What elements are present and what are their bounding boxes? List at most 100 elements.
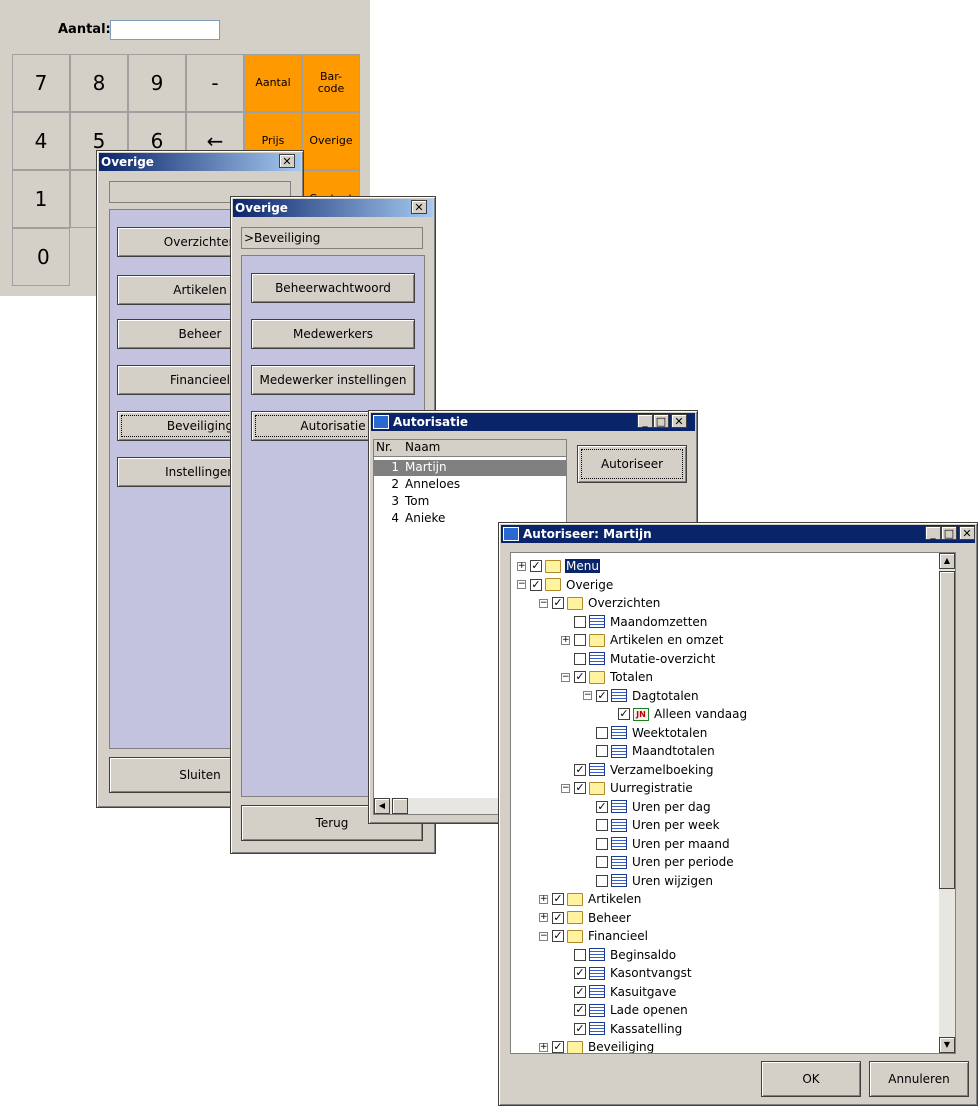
tree-node[interactable]: − ✓ Overzichten <box>539 594 661 612</box>
tree-node[interactable]: ✓ Kasuitgave <box>561 983 677 1001</box>
key-overige[interactable]: Overige <box>302 112 360 170</box>
maximize-icon[interactable]: □ <box>653 414 669 428</box>
key-0[interactable]: 0 <box>12 228 70 286</box>
checkbox[interactable]: ✓ <box>552 893 564 905</box>
beheerwachtwoord-button[interactable]: Beheerwachtwoord <box>251 273 415 303</box>
tree-node[interactable]: ✓ Kasontvangst <box>561 964 693 982</box>
autoriseer-titlebar[interactable]: Autoriseer: Martijn <box>501 525 975 543</box>
maximize-icon[interactable]: □ <box>941 526 957 540</box>
tree-node[interactable]: − ✓ Dagtotalen <box>583 687 700 705</box>
checkbox[interactable] <box>596 819 608 831</box>
checkbox[interactable]: ✓ <box>574 1022 586 1035</box>
checkbox[interactable] <box>596 726 608 739</box>
tree-node[interactable]: Weektotalen <box>583 724 708 742</box>
checkbox[interactable]: ✓ <box>552 911 564 924</box>
key-8[interactable]: 8 <box>70 54 128 112</box>
quantity-input[interactable] <box>110 20 220 40</box>
collapse-icon[interactable]: − <box>539 598 548 608</box>
expand-icon[interactable]: + <box>539 894 548 904</box>
tree-node[interactable]: + ✓ Menu <box>517 557 600 575</box>
checkbox[interactable] <box>596 874 608 887</box>
checkbox[interactable] <box>596 837 608 850</box>
tree-node[interactable]: ✓ Verzamelboeking <box>561 761 715 779</box>
key-barcode[interactable]: Bar- code <box>302 54 360 112</box>
tree-node[interactable]: ✓ JN Alleen vandaag <box>605 705 748 723</box>
expand-icon[interactable]: + <box>561 635 570 645</box>
medewerker-instellingen-button[interactable]: Medewerker instellingen <box>251 365 415 395</box>
checkbox[interactable]: ✓ <box>552 930 564 942</box>
ok-button[interactable]: OK <box>761 1061 861 1097</box>
checkbox[interactable]: ✓ <box>574 782 586 794</box>
tree-node[interactable]: − ✓ Financieel <box>539 927 649 945</box>
key-4[interactable]: 4 <box>12 112 70 170</box>
checkbox[interactable] <box>574 634 586 646</box>
collapse-icon[interactable]: − <box>583 691 592 700</box>
beveiliging-titlebar[interactable]: Overige <box>233 199 433 217</box>
checkbox[interactable]: ✓ <box>530 578 542 591</box>
scroll-down-icon[interactable]: ▼ <box>939 1037 955 1053</box>
tree-node[interactable]: + ✓ Beheer <box>539 909 632 927</box>
key-7[interactable]: 7 <box>12 54 70 112</box>
checkbox[interactable] <box>574 948 586 961</box>
annuleren-button[interactable]: Annuleren <box>869 1061 969 1097</box>
tree-node[interactable]: Uren per maand <box>583 835 731 853</box>
tree-node[interactable]: Uren wijzigen <box>583 872 714 890</box>
checkbox[interactable]: ✓ <box>530 560 542 572</box>
checkbox[interactable]: ✓ <box>574 763 586 776</box>
tree-node[interactable]: − ✓ Uurregistratie <box>561 779 694 797</box>
expand-icon[interactable]: + <box>539 1042 548 1052</box>
tree-node[interactable]: ✓ Lade openen <box>561 1001 689 1019</box>
close-icon[interactable]: ✕ <box>671 414 687 428</box>
close-icon[interactable]: ✕ <box>959 526 975 540</box>
tree-node[interactable]: + ✓ Artikelen <box>539 890 642 908</box>
scroll-up-icon[interactable]: ▲ <box>939 553 955 569</box>
checkbox[interactable] <box>596 856 608 868</box>
checkbox[interactable]: ✓ <box>596 689 608 702</box>
tree-node[interactable]: Mutatie-overzicht <box>561 650 716 668</box>
checkbox[interactable] <box>574 615 586 628</box>
checkbox[interactable]: ✓ <box>552 1041 564 1053</box>
tree-node[interactable]: − ✓ Totalen <box>561 668 654 686</box>
scroll-left-icon[interactable]: ◀ <box>374 798 390 814</box>
list-item[interactable]: 3 Tom <box>374 494 566 510</box>
tree-node[interactable]: − ✓ Overige <box>517 576 614 594</box>
checkbox[interactable]: ✓ <box>574 967 586 979</box>
list-item[interactable]: 2 Anneloes <box>374 477 566 493</box>
tree-node[interactable]: Uren per week <box>583 816 721 834</box>
tree-node[interactable]: + ✓ Beveiliging <box>539 1038 655 1053</box>
close-icon[interactable]: ✕ <box>411 200 427 214</box>
minimize-icon[interactable]: _ <box>637 414 653 428</box>
key-aantal[interactable]: Aantal <box>244 54 302 112</box>
scroll-thumb[interactable] <box>392 798 408 814</box>
overige-titlebar[interactable]: Overige <box>99 153 301 171</box>
expand-icon[interactable]: + <box>539 913 548 922</box>
tree-node[interactable]: + Artikelen en omzet <box>561 631 724 649</box>
checkbox[interactable]: ✓ <box>596 800 608 813</box>
checkbox[interactable]: ✓ <box>552 597 564 609</box>
list-item[interactable]: 1 Martijn <box>374 460 566 476</box>
tree-node[interactable]: ✓ Kassatelling <box>561 1020 683 1038</box>
key-minus[interactable]: - <box>186 54 244 112</box>
collapse-icon[interactable]: − <box>539 931 548 941</box>
tree-node[interactable]: Maandomzetten <box>561 613 708 631</box>
collapse-icon[interactable]: − <box>561 783 570 793</box>
expand-icon[interactable]: + <box>517 561 526 571</box>
medewerkers-button[interactable]: Medewerkers <box>251 319 415 349</box>
checkbox[interactable]: ✓ <box>618 708 630 720</box>
checkbox[interactable]: ✓ <box>574 1004 586 1016</box>
scroll-thumb[interactable] <box>939 571 955 889</box>
close-icon[interactable]: ✕ <box>279 154 295 168</box>
permission-tree[interactable]: + ✓ Menu − ✓ Overige − ✓ Overzichten Maandomzette… <box>510 552 956 1054</box>
checkbox[interactable]: ✓ <box>574 671 586 683</box>
checkbox[interactable] <box>574 652 586 665</box>
key-1[interactable]: 1 <box>12 170 70 228</box>
minimize-icon[interactable]: _ <box>925 526 941 540</box>
vertical-scrollbar[interactable]: ▲ ▼ <box>939 553 955 1053</box>
collapse-icon[interactable]: − <box>517 580 526 589</box>
autoriseer-button[interactable]: Autoriseer <box>577 445 687 483</box>
tree-node[interactable]: Uren per periode <box>583 853 735 871</box>
checkbox[interactable]: ✓ <box>574 985 586 998</box>
checkbox[interactable] <box>596 745 608 757</box>
tree-node[interactable]: Beginsaldo <box>561 946 677 964</box>
tree-node[interactable]: ✓ Uren per dag <box>583 798 712 816</box>
